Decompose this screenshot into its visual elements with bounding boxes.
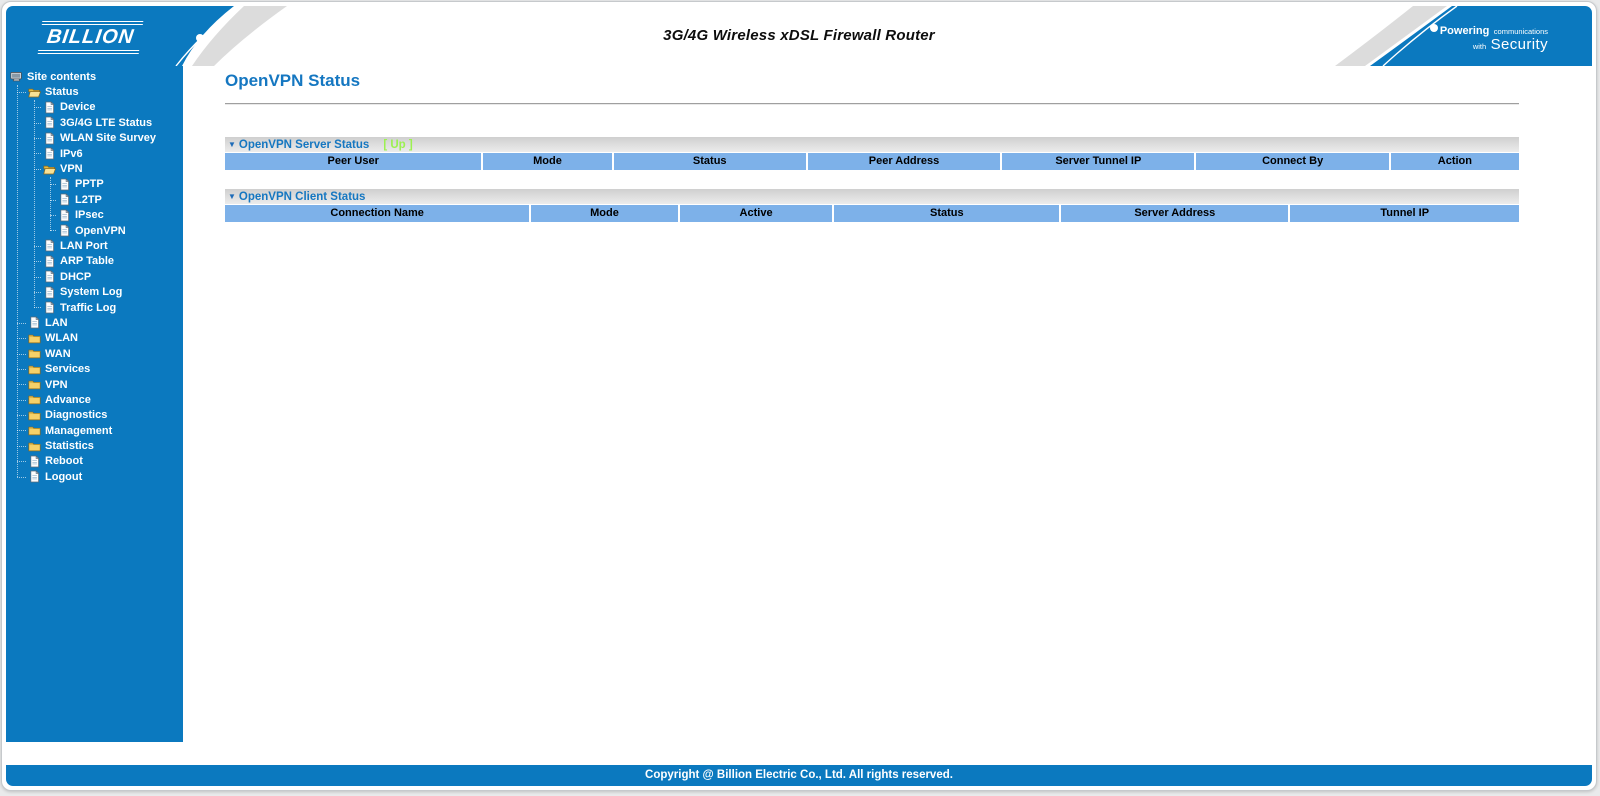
sidebar-item-l2tp[interactable]: L2TP (6, 192, 183, 207)
sidebar-item-lan-port[interactable]: LAN Port (6, 238, 183, 253)
sidebar-item-lan[interactable]: LAN (6, 315, 183, 330)
sidebar-item-advance[interactable]: Advance (6, 392, 183, 407)
openvpn-client-status-section: ▼ OpenVPN Client Status Connection Name … (225, 189, 1519, 222)
collapse-arrow-icon: ▼ (228, 139, 236, 149)
openvpn-server-status-header[interactable]: ▼ OpenVPN Server Status [ Up ] (225, 137, 1519, 152)
document-icon (43, 239, 56, 252)
column-header-action: Action (1390, 153, 1519, 170)
folder-icon (28, 378, 41, 391)
server-status-table-header: Peer User Mode Status Peer Address Serve… (225, 153, 1519, 170)
folder-open-icon (43, 163, 56, 176)
header-banner: BILLION 3G/4G Wireless xDSL Firewall Rou… (6, 6, 1592, 66)
folder-icon (28, 332, 41, 345)
app-frame: BILLION 3G/4G Wireless xDSL Firewall Rou… (6, 6, 1592, 786)
sidebar-item-wlan[interactable]: WLAN (6, 331, 183, 346)
sidebar-item-device[interactable]: Device (6, 100, 183, 115)
column-header-peer-address: Peer Address (807, 153, 1001, 170)
sidebar-item-pptp[interactable]: PPTP (6, 177, 183, 192)
sidebar-item-3g4g-lte-status[interactable]: 3G/4G LTE Status (6, 115, 183, 130)
collapse-arrow-icon: ▼ (228, 191, 236, 201)
sidebar-item-vpn[interactable]: VPN (6, 377, 183, 392)
sidebar-item-management[interactable]: Management (6, 423, 183, 438)
sidebar-item-ipsec[interactable]: IPsec (6, 208, 183, 223)
sidebar-item-status[interactable]: Status (6, 84, 183, 99)
computer-icon (10, 70, 23, 83)
document-icon (43, 147, 56, 160)
sidebar-item-traffic-log[interactable]: Traffic Log (6, 300, 183, 315)
column-header-status: Status (613, 153, 806, 170)
column-header-peer-user: Peer User (225, 153, 482, 170)
document-icon (43, 116, 56, 129)
sidebar-item-system-log[interactable]: System Log (6, 284, 183, 299)
document-icon (43, 286, 56, 299)
column-header-connection-name: Connection Name (225, 205, 530, 222)
main-content: OpenVPN Status ▼ OpenVPN Server Status [… (183, 66, 1592, 764)
sidebar-item-status-vpn[interactable]: VPN (6, 161, 183, 176)
sidebar-item-diagnostics[interactable]: Diagnostics (6, 408, 183, 423)
document-icon (43, 101, 56, 114)
title-divider (225, 103, 1519, 105)
slogan-communications: communications (1493, 27, 1548, 36)
product-title: 3G/4G Wireless xDSL Firewall Router (663, 27, 935, 44)
sidebar-item-dhcp[interactable]: DHCP (6, 269, 183, 284)
document-icon (58, 178, 71, 191)
section-title: OpenVPN Client Status (238, 190, 366, 203)
router-admin-page: BILLION 3G/4G Wireless xDSL Firewall Rou… (1, 1, 1597, 791)
folder-icon (28, 363, 41, 376)
slogan-security: Security (1490, 36, 1548, 53)
slogan-powering: Powering (1439, 25, 1490, 37)
site-contents-tree: Site contents Status Device 3G/4G LTE St… (6, 66, 183, 742)
column-header-connect-by: Connect By (1196, 153, 1389, 170)
brand-slogan: Powering communications with Security (1440, 23, 1548, 53)
server-status-badge: [ Up ] (383, 138, 413, 151)
document-icon (43, 255, 56, 268)
folder-icon (28, 393, 41, 406)
column-header-tunnel-ip: Tunnel IP (1290, 205, 1519, 222)
folder-icon (28, 409, 41, 422)
document-icon (28, 470, 41, 483)
column-header-active: Active (679, 205, 833, 222)
document-icon (43, 132, 56, 145)
column-header-status: Status (834, 205, 1060, 222)
document-icon (58, 193, 71, 206)
column-header-mode: Mode (483, 153, 612, 170)
slogan-with: with (1472, 42, 1487, 51)
sidebar-item-logout[interactable]: Logout (6, 469, 183, 484)
sidebar-item-services[interactable]: Services (6, 361, 183, 376)
sidebar-item-reboot[interactable]: Reboot (6, 454, 183, 469)
sidebar-item-openvpn[interactable]: OpenVPN (6, 223, 183, 238)
folder-icon (28, 424, 41, 437)
column-header-mode: Mode (531, 205, 678, 222)
sidebar-item-wlan-site-survey[interactable]: WLAN Site Survey (6, 131, 183, 146)
document-icon (43, 270, 56, 283)
sidebar-item-arp-table[interactable]: ARP Table (6, 254, 183, 269)
document-icon (43, 301, 56, 314)
document-icon (28, 455, 41, 468)
openvpn-server-status-section: ▼ OpenVPN Server Status [ Up ] Peer User… (225, 137, 1519, 170)
sidebar-item-wan[interactable]: WAN (6, 346, 183, 361)
folder-icon (28, 347, 41, 360)
page-title: OpenVPN Status (225, 71, 361, 90)
document-icon (28, 316, 41, 329)
copyright-text: Copyright @ Billion Electric Co., Ltd. A… (645, 769, 953, 781)
openvpn-client-status-header[interactable]: ▼ OpenVPN Client Status (225, 189, 1519, 204)
column-header-server-tunnel-ip: Server Tunnel IP (1002, 153, 1195, 170)
sidebar-item-site-contents: Site contents (6, 69, 183, 84)
footer-copyright-bar: Copyright @ Billion Electric Co., Ltd. A… (6, 765, 1592, 786)
sidebar-navigation: Site contents Status Device 3G/4G LTE St… (6, 66, 183, 742)
folder-open-icon (28, 86, 41, 99)
section-title: OpenVPN Server Status (238, 138, 370, 151)
column-header-server-address: Server Address (1061, 205, 1289, 222)
sidebar-item-statistics[interactable]: Statistics (6, 438, 183, 453)
client-status-table-header: Connection Name Mode Active Status Serve… (225, 205, 1519, 222)
folder-icon (28, 440, 41, 453)
document-icon (58, 224, 71, 237)
document-icon (58, 209, 71, 222)
sidebar-item-ipv6[interactable]: IPv6 (6, 146, 183, 161)
